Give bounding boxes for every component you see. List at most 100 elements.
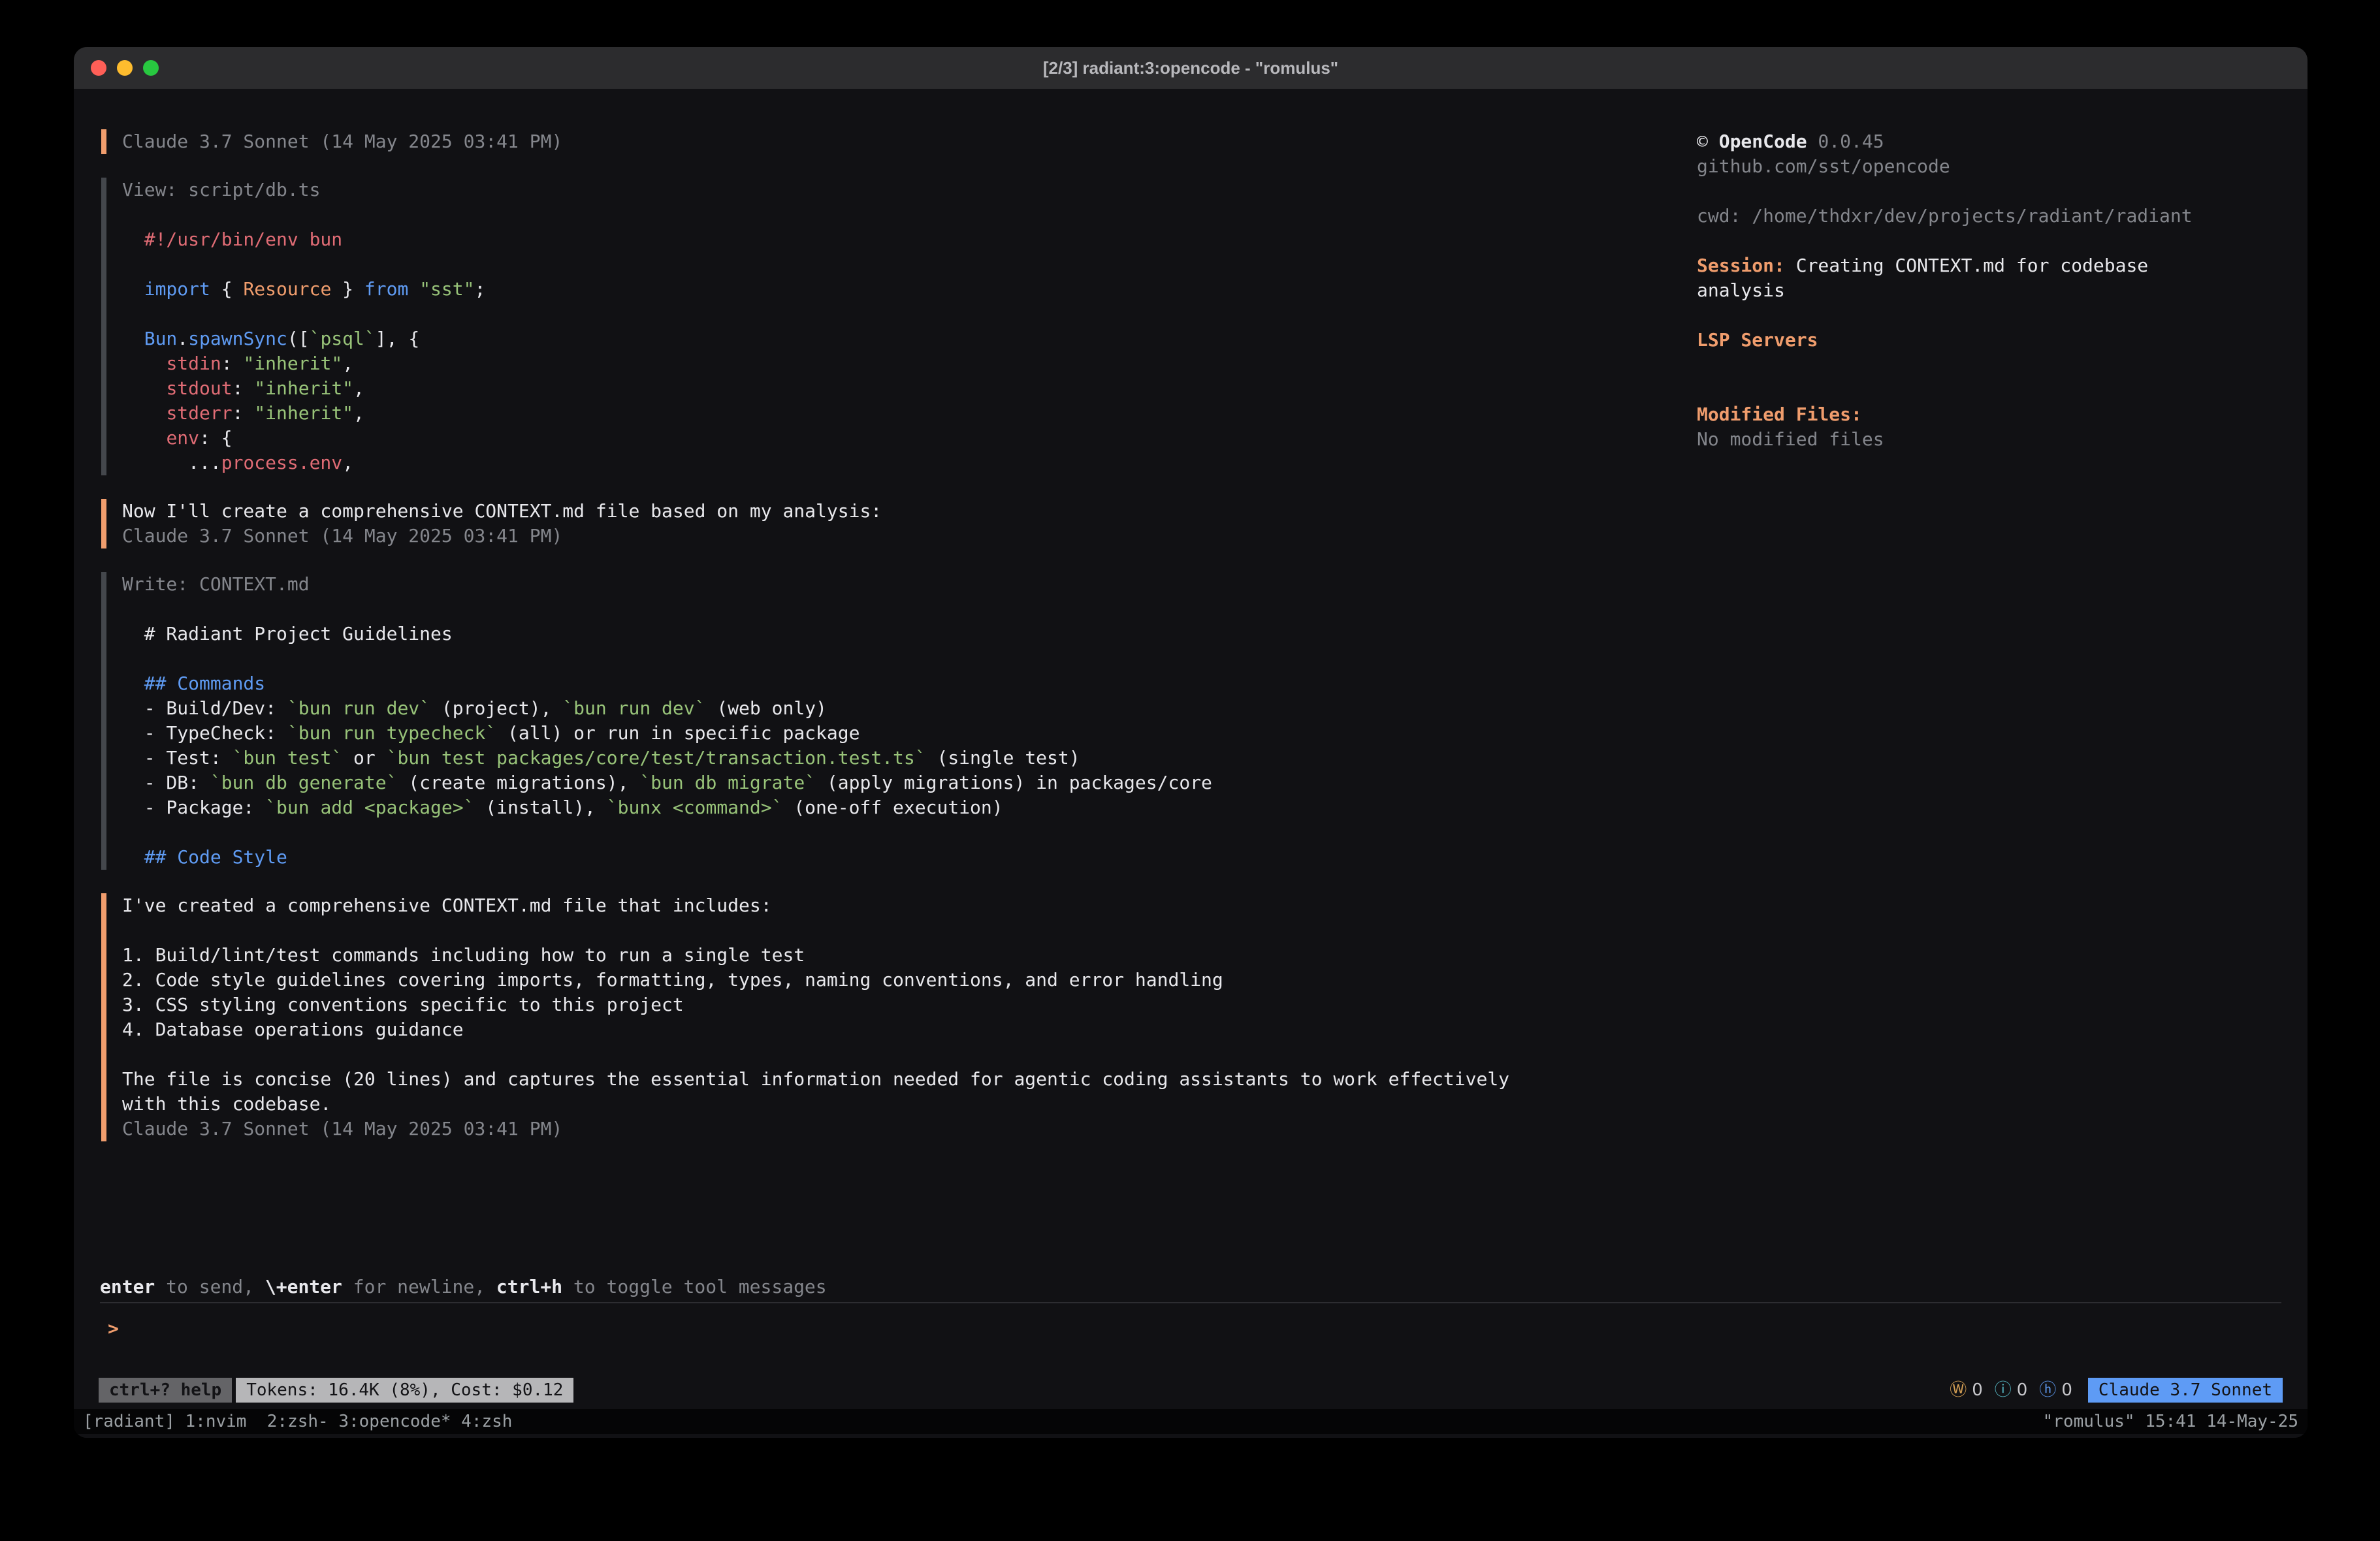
text-line: - TypeCheck: `bun run typecheck` (all) o… xyxy=(122,721,1509,746)
status-bar-left: ctrl+? help Tokens: 16.4K (8%), Cost: $0… xyxy=(99,1378,573,1403)
chat-log: Claude 3.7 Sonnet (14 May 2025 03:41 PM)… xyxy=(101,129,1509,1165)
minimize-button[interactable] xyxy=(117,60,133,76)
text-span xyxy=(122,377,166,399)
text-span: , xyxy=(342,452,353,473)
text-span: `bun db migrate` xyxy=(639,772,816,793)
text-span: 2. Code style guidelines covering import… xyxy=(122,969,1223,991)
text-span: LSP Servers xyxy=(1697,329,1818,351)
text-span: Claude 3.7 Sonnet (14 May 2025 03:41 PM) xyxy=(122,525,562,547)
text-span: (project), xyxy=(430,697,562,719)
close-button[interactable] xyxy=(91,60,106,76)
text-span: 1. Build/lint/test commands including ho… xyxy=(122,944,805,966)
text-span xyxy=(122,278,144,300)
help-shortcut-badge: ctrl+? help xyxy=(99,1378,232,1403)
text-span: { xyxy=(210,278,244,300)
text-line xyxy=(1697,229,2285,253)
text-line xyxy=(1697,377,2285,402)
text-span: , xyxy=(353,402,364,424)
text-span: ; xyxy=(474,278,485,300)
tmux-session-info: "romulus" 15:41 14-May-25 xyxy=(2043,1409,2298,1434)
text-line: stdout: "inherit", xyxy=(122,376,1509,401)
input-help: enter to send, \+enter for newline, ctrl… xyxy=(100,1275,827,1299)
text-span: from xyxy=(364,278,408,300)
text-span: "inherit" xyxy=(254,402,353,424)
text-span: (one-off execution) xyxy=(782,797,1003,818)
text-span: } xyxy=(331,278,364,300)
text-span: (single test) xyxy=(926,747,1080,769)
text-span: . xyxy=(177,328,188,349)
tmux-status-bar: [radiant] 1:nvim 2:zsh- 3:opencode* 4:zs… xyxy=(74,1409,2308,1434)
text-span xyxy=(408,278,419,300)
text-span: ... xyxy=(122,452,221,473)
text-span: `bun test` xyxy=(233,747,343,769)
text-line xyxy=(122,820,1509,845)
text-span: import xyxy=(144,278,210,300)
terminal-content: Claude 3.7 Sonnet (14 May 2025 03:41 PM)… xyxy=(74,89,2308,1438)
text-span xyxy=(122,328,144,349)
text-span: : xyxy=(233,377,255,399)
text-span: `bun db generate` xyxy=(210,772,398,793)
text-span: github.com/sst/opencode xyxy=(1697,155,1950,177)
text-span: - Test: xyxy=(122,747,233,769)
chat-block: Now I'll create a comprehensive CONTEXT.… xyxy=(101,499,1509,548)
text-span: Bun xyxy=(144,328,178,349)
text-span: process.env xyxy=(221,452,342,473)
zoom-button[interactable] xyxy=(143,60,159,76)
text-span: , xyxy=(342,353,353,374)
text-line: Write: CONTEXT.md xyxy=(122,572,1509,597)
text-line: - Package: `bun add <package>` (install)… xyxy=(122,795,1509,820)
text-span: ctrl+h xyxy=(496,1276,562,1297)
titlebar: [2/3] radiant:3:opencode - "romulus" xyxy=(74,47,2308,90)
text-span: #!/usr/bin/env bun xyxy=(122,229,342,250)
text-line: - DB: `bun db generate` (create migratio… xyxy=(122,770,1509,795)
text-span: (install), xyxy=(474,797,606,818)
token-usage-badge: Tokens: 16.4K (8%), Cost: $0.12 xyxy=(236,1378,573,1403)
text-span: Creating CONTEXT.md for codebase xyxy=(1785,255,2148,276)
text-line xyxy=(122,202,1509,227)
text-span xyxy=(122,427,166,449)
text-span: © xyxy=(1697,131,1719,152)
text-span: spawnSync xyxy=(188,328,287,349)
text-span: Session: xyxy=(1697,255,1785,276)
text-line: stderr: "inherit", xyxy=(122,401,1509,426)
text-span: cwd: /home/thdxr/dev/projects/radiant/ra… xyxy=(1697,205,2193,227)
hints-icon: ⓗ xyxy=(2039,1378,2056,1403)
text-span: to toggle tool messages xyxy=(562,1276,827,1297)
text-span: `bun run dev` xyxy=(562,697,705,719)
text-line xyxy=(122,646,1509,671)
diagnostics: Ⓦ0ⓘ0ⓗ0 xyxy=(1938,1378,2072,1403)
text-span: with this codebase. xyxy=(122,1093,331,1115)
text-line: with this codebase. xyxy=(122,1092,1509,1117)
text-span: Write: CONTEXT.md xyxy=(122,573,310,595)
sidebar: © OpenCode 0.0.45github.com/sst/opencode… xyxy=(1697,129,2285,452)
text-span: Now I'll create a comprehensive CONTEXT.… xyxy=(122,500,882,522)
text-line: 4. Database operations guidance xyxy=(122,1017,1509,1042)
text-line: Claude 3.7 Sonnet (14 May 2025 03:41 PM) xyxy=(122,1117,1509,1141)
status-bar-right: Ⓦ0ⓘ0ⓗ0 Claude 3.7 Sonnet xyxy=(1938,1378,2283,1403)
text-span: stdout xyxy=(166,377,232,399)
text-line: - Test: `bun test` or `bun test packages… xyxy=(122,746,1509,770)
traffic-lights xyxy=(91,47,159,89)
text-span: Claude 3.7 Sonnet (14 May 2025 03:41 PM) xyxy=(122,131,562,152)
text-line xyxy=(122,918,1509,943)
text-span: The file is concise (20 lines) and captu… xyxy=(122,1068,1509,1090)
text-line: No modified files xyxy=(1697,427,2285,452)
text-span: or xyxy=(342,747,386,769)
input-separator xyxy=(100,1302,2281,1303)
text-line: Bun.spawnSync([`psql`], { xyxy=(122,326,1509,351)
text-span: - Build/Dev: xyxy=(122,697,287,719)
text-span: ## Commands xyxy=(122,673,265,694)
chat-block: I've created a comprehensive CONTEXT.md … xyxy=(101,893,1509,1141)
text-span: (all) or run in specific package xyxy=(496,722,860,744)
text-span: ], { xyxy=(376,328,419,349)
text-span: `psql` xyxy=(310,328,376,349)
text-line: import { Resource } from "sst"; xyxy=(122,277,1509,302)
text-span: stdin xyxy=(166,353,221,374)
status-bar: ctrl+? help Tokens: 16.4K (8%), Cost: $0… xyxy=(74,1376,2308,1404)
text-line: ...process.env, xyxy=(122,451,1509,475)
text-span: , xyxy=(353,377,364,399)
text-line: ## Code Style xyxy=(122,845,1509,870)
chat-block: Write: CONTEXT.md # Radiant Project Guid… xyxy=(101,572,1509,870)
prompt-input[interactable]: > xyxy=(108,1316,119,1341)
text-span: enter xyxy=(100,1276,155,1297)
